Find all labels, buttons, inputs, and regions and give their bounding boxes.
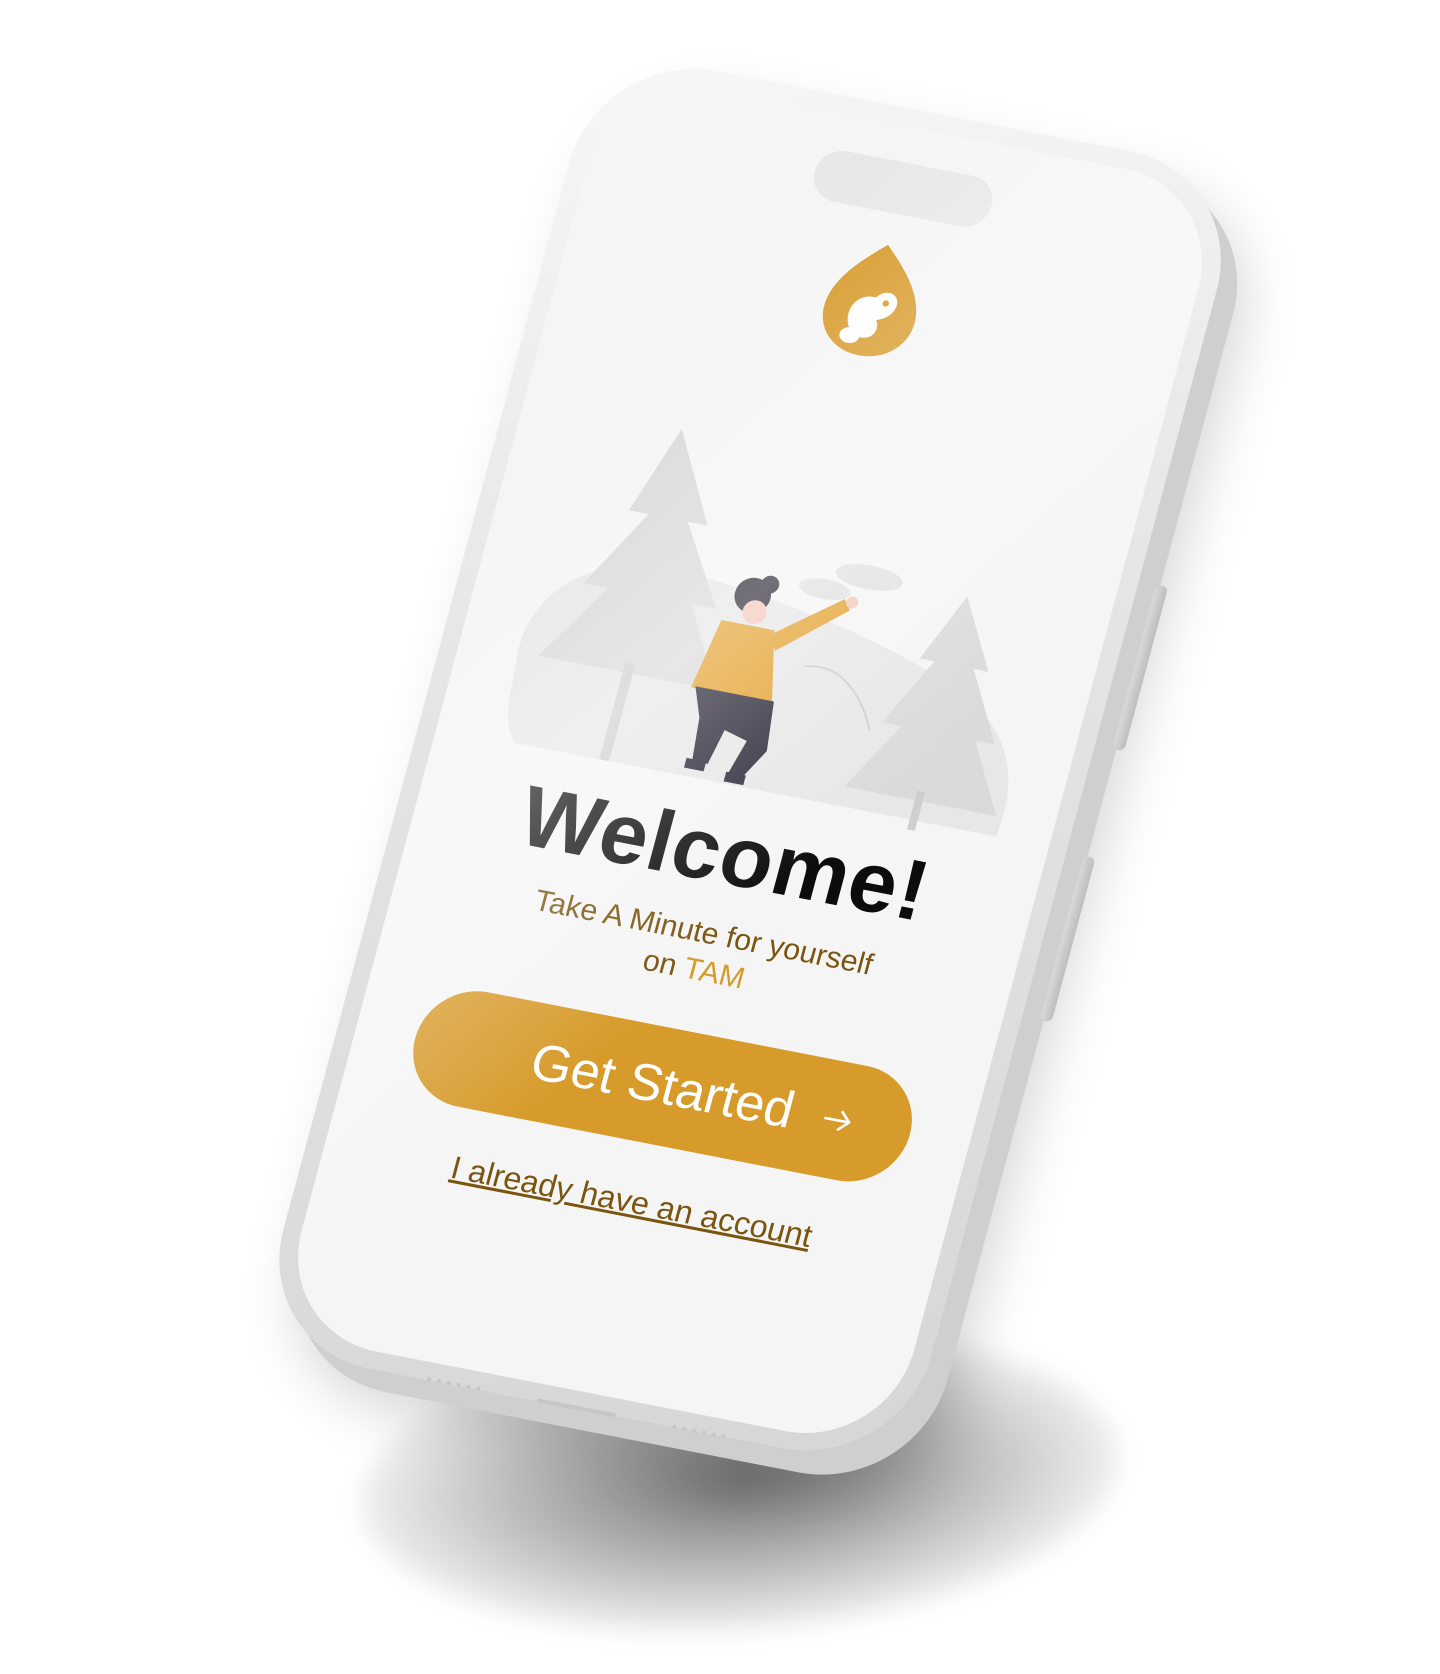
phone-device: Welcome! Take A Minute for yourself on T… <box>252 48 1248 1472</box>
squirrel-leaf-logo-icon <box>811 234 936 367</box>
arrow-right-icon <box>824 1110 851 1131</box>
device-mockup-stage: Welcome! Take A Minute for yourself on T… <box>0 0 1440 1674</box>
dynamic-island <box>807 146 999 232</box>
get-started-label: Get Started <box>524 1032 801 1140</box>
